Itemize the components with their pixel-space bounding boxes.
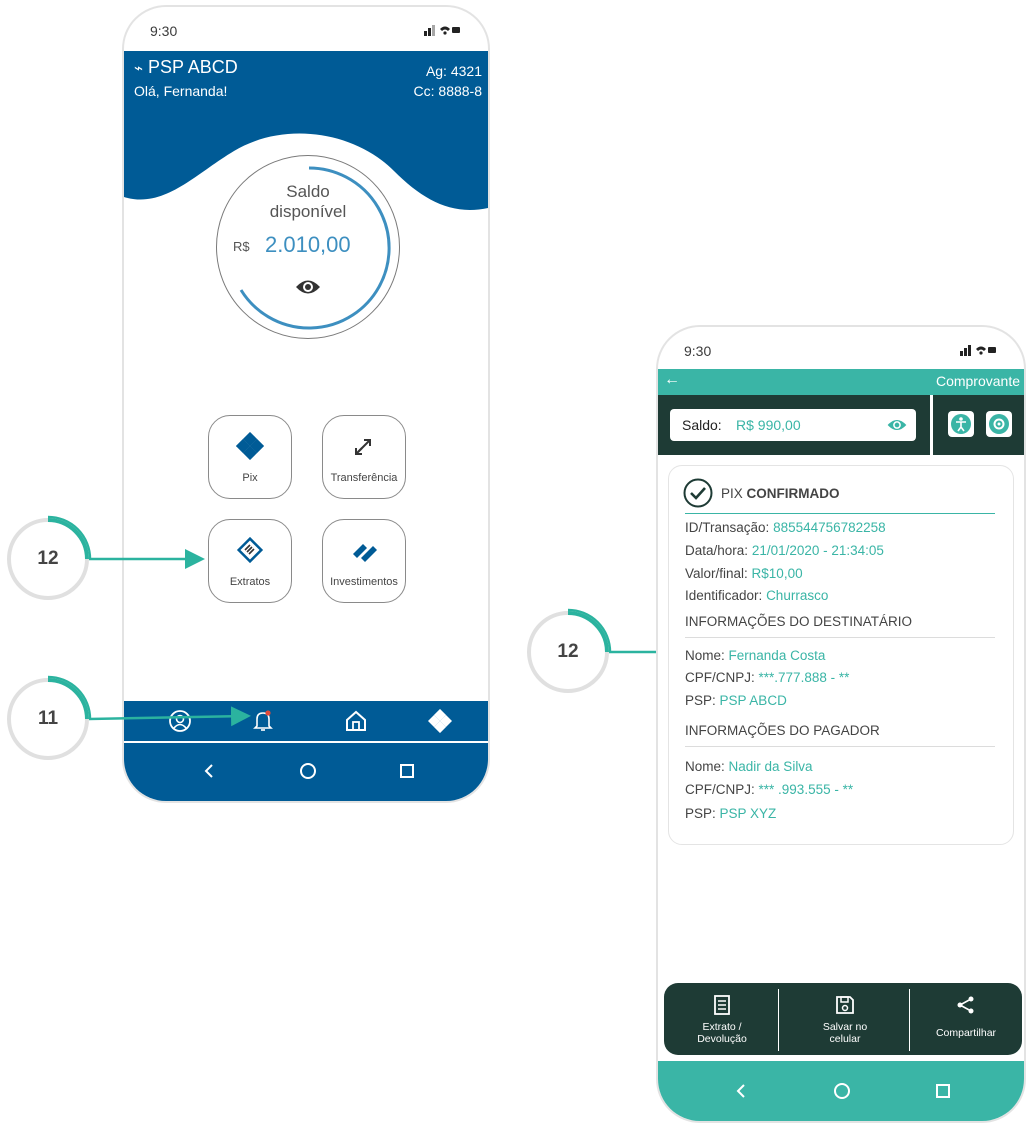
transaction-date: Data/hora: 21/01/2020 - 21:34:05 xyxy=(685,543,884,558)
save-icon xyxy=(780,995,910,1018)
balance-toolbar: Saldo: R$ 990,00 xyxy=(658,395,1024,455)
step-callout-12-receipt: 12 xyxy=(526,610,610,694)
save-to-phone-button[interactable]: Salvar no celular xyxy=(780,983,910,1055)
balance-box: Saldo: R$ 990,00 xyxy=(670,409,916,441)
payer-name: Nome: Nadir da Silva xyxy=(685,759,813,774)
transaction-amount: Valor/final: R$10,00 xyxy=(685,566,803,581)
check-circle-icon xyxy=(683,478,713,513)
document-icon xyxy=(664,995,780,1018)
android-nav-bar xyxy=(658,1061,1024,1121)
transaction-id: ID/Transação: 885544756782258 xyxy=(685,520,886,535)
eye-icon[interactable] xyxy=(886,418,908,437)
step-callout-12: 12 xyxy=(6,517,90,601)
share-icon xyxy=(910,995,1022,1018)
payer-document: CPF/CNPJ: *** .993.555 - ** xyxy=(685,782,854,797)
transaction-identifier: Identificador: Churrasco xyxy=(685,588,829,603)
balance-value: R$ 990,00 xyxy=(736,417,801,433)
status-icons xyxy=(960,343,996,359)
actions-divider xyxy=(778,989,779,1051)
balance-label: Saldo: xyxy=(682,417,722,433)
arrow-left-icon[interactable]: ← xyxy=(664,371,680,389)
toolbar-divider xyxy=(930,395,933,455)
back-icon[interactable] xyxy=(734,1081,748,1106)
recipient-name: Nome: Fernanda Costa xyxy=(685,648,826,663)
status-bar: 9:30 xyxy=(658,327,1024,369)
phone-receipt-screen: 9:30 ← Comprovante Saldo: R$ 990,00 PIX … xyxy=(656,325,1026,1123)
payer-section-title: INFORMAÇÕES DO PAGADOR xyxy=(685,723,880,738)
share-button[interactable]: Compartilhar xyxy=(910,983,1022,1055)
statement-refund-button[interactable]: Extrato / Devolução xyxy=(664,983,780,1055)
receipt-actions-bar: Extrato / Devolução Salvar no celular Comp… xyxy=(664,983,1022,1055)
recipient-psp: PSP: PSP ABCD xyxy=(685,693,787,708)
divider xyxy=(685,637,995,638)
top-app-bar: ← Comprovante xyxy=(658,369,1024,395)
recipient-section-title: INFORMAÇÕES DO DESTINATÁRIO xyxy=(685,614,913,629)
payer-psp: PSP: PSP XYZ xyxy=(685,806,777,821)
page-title: Comprovante xyxy=(935,373,1020,389)
receipt-status: PIX CONFIRMADO xyxy=(721,486,840,501)
divider xyxy=(685,513,995,514)
recent-apps-icon[interactable] xyxy=(934,1081,952,1106)
settings-icon[interactable] xyxy=(986,411,1012,437)
divider xyxy=(685,746,995,747)
home-circle-icon[interactable] xyxy=(832,1081,852,1106)
status-time: 9:30 xyxy=(684,343,712,359)
accessibility-icon[interactable] xyxy=(948,411,974,437)
step-callout-11: 11 xyxy=(6,677,90,761)
receipt-card: PIX CONFIRMADO ID/Transação: 88554475678… xyxy=(668,465,1014,845)
recipient-document: CPF/CNPJ: ***.777.888 - ** xyxy=(685,670,850,685)
